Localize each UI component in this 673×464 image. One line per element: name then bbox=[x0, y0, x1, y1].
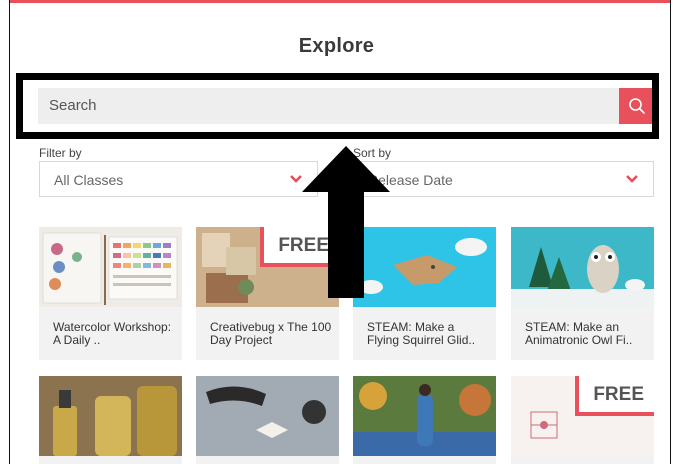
class-thumbnail bbox=[511, 227, 654, 307]
filter-select[interactable]: All Classes bbox=[39, 161, 318, 197]
sort-select[interactable]: Release Date bbox=[353, 161, 654, 197]
page-title: Explore bbox=[298, 35, 375, 57]
filter-value: All Classes bbox=[54, 172, 124, 188]
class-title: STEAM: Make an Animatronic Owl Fi.. bbox=[525, 320, 633, 347]
up-arrow-icon bbox=[302, 146, 390, 298]
class-card[interactable] bbox=[353, 376, 496, 464]
class-card[interactable] bbox=[196, 376, 339, 464]
class-thumbnail bbox=[196, 376, 339, 456]
class-thumbnail bbox=[353, 376, 496, 456]
class-title: Creativebug x The 100 Day Project bbox=[210, 320, 332, 347]
class-title: STEAM: Make a Flying Squirrel Glid.. bbox=[367, 320, 476, 347]
class-thumbnail bbox=[39, 227, 182, 307]
chevron-down-icon bbox=[626, 175, 638, 183]
class-card[interactable]: Watercolor Workshop: A Daily .. bbox=[39, 227, 182, 360]
free-badge: FREE bbox=[575, 376, 654, 416]
filter-label: Filter by bbox=[39, 146, 82, 160]
annotation-highlight-box bbox=[16, 73, 659, 139]
class-thumbnail: FREE bbox=[511, 376, 654, 456]
class-card[interactable]: FREE bbox=[511, 376, 654, 464]
class-title: Watercolor Workshop: A Daily .. bbox=[53, 320, 172, 347]
class-card[interactable] bbox=[39, 376, 182, 464]
class-card[interactable]: STEAM: Make an Animatronic Owl Fi.. bbox=[511, 227, 654, 360]
class-thumbnail bbox=[39, 376, 182, 456]
